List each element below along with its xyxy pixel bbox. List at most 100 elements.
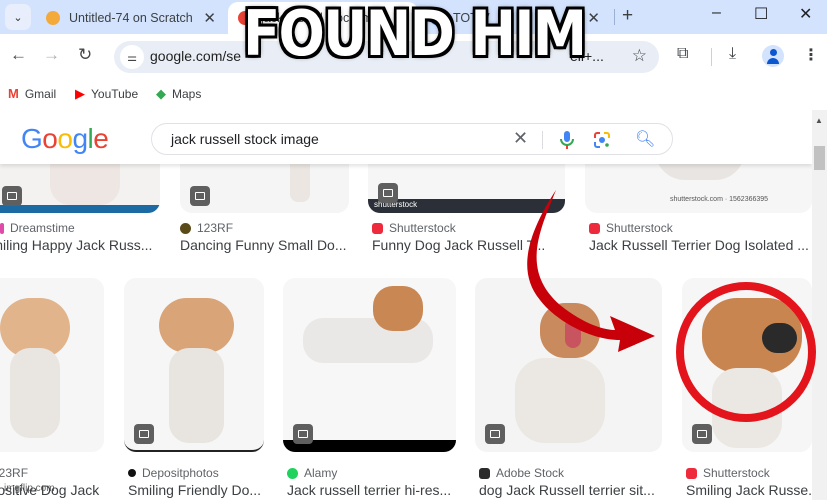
- result-source: Alamy: [287, 466, 337, 480]
- back-button[interactable]: ←: [10, 45, 27, 65]
- download-icon[interactable]: ⤓: [729, 45, 736, 63]
- result-thumbnail[interactable]: [124, 278, 264, 452]
- result-source: 123RF: [180, 221, 233, 235]
- dog-body: [515, 358, 605, 443]
- profile-avatar[interactable]: [762, 45, 784, 67]
- image-caption: shutterstock.com · 1562366395: [670, 196, 769, 203]
- extensions-icon[interactable]: ⧉: [677, 45, 688, 63]
- result-title[interactable]: Jack Russell Terrier Dog Isolated ...: [589, 237, 812, 253]
- result-title[interactable]: Jack russell terrier hi-res...: [287, 482, 456, 498]
- close-icon[interactable]: ✕: [203, 9, 216, 27]
- result-thumbnail[interactable]: [0, 278, 104, 452]
- bookmark-youtube[interactable]: ▶ YouTube: [75, 86, 138, 102]
- tab-search-button[interactable]: ⌄: [5, 4, 31, 30]
- bookmark-maps[interactable]: ◆ Maps: [156, 86, 201, 102]
- site-info-button[interactable]: ⚌: [120, 45, 144, 69]
- more-menu-icon[interactable]: ⋮: [803, 45, 819, 65]
- reload-button[interactable]: ↻: [78, 45, 92, 65]
- result-title[interactable]: Smiling Happy Jack Russ...: [0, 237, 160, 253]
- bookmark-star-icon[interactable]: ☆: [632, 46, 647, 66]
- dog-nose: [762, 323, 797, 353]
- source-label: Shutterstock: [703, 466, 770, 480]
- dog-body: [712, 368, 782, 448]
- bookmarks-bar: M Gmail ▶ YouTube ◆ Maps: [0, 80, 827, 106]
- microphone-icon[interactable]: [558, 130, 576, 150]
- source-label: 123RF: [197, 221, 234, 235]
- dog-tongue: [565, 318, 581, 348]
- close-window-button[interactable]: ✕: [799, 4, 812, 24]
- shutterstock-strip: shutterstock: [368, 199, 565, 213]
- google-logo[interactable]: Google: [21, 123, 109, 155]
- shutterstock-icon: [372, 222, 383, 234]
- depositphotos-icon: [128, 469, 136, 477]
- image-icon: [378, 183, 398, 203]
- minimize-button[interactable]: –: [712, 4, 721, 22]
- result-title[interactable]: Smiling Jack Russe...: [686, 482, 812, 498]
- logo-letter: G: [21, 123, 43, 154]
- image-icon: [2, 186, 22, 206]
- arrow-right-icon: →: [43, 45, 60, 64]
- search-separator: [542, 131, 543, 149]
- toolbar-separator: [711, 48, 712, 66]
- clear-icon[interactable]: ✕: [513, 128, 528, 149]
- image-icon: [485, 424, 505, 444]
- adobe-stock-icon: [479, 467, 490, 479]
- image-icon: [692, 424, 712, 444]
- result-source: Depositphotos: [128, 466, 219, 480]
- source-label: Adobe Stock: [496, 466, 565, 480]
- result-thumbnail[interactable]: [475, 278, 662, 452]
- google-header: Google jack russell stock image ✕ 🔍︎: [0, 110, 812, 164]
- image-icon: [134, 424, 154, 444]
- person-icon: [770, 49, 777, 56]
- dreamstime-icon: [0, 222, 4, 234]
- logo-letter: g: [72, 123, 88, 154]
- google-lens-icon[interactable]: [593, 131, 611, 149]
- shutterstock-icon: [686, 467, 697, 479]
- bookmark-label: Gmail: [24, 86, 57, 101]
- tune-icon: ⚌: [127, 51, 137, 64]
- scroll-up-arrow-icon[interactable]: ▲: [815, 116, 823, 125]
- image-icon: [293, 424, 313, 444]
- person-icon-body: [767, 58, 779, 64]
- bookmark-label: YouTube: [91, 87, 139, 101]
- close-icon[interactable]: ✕: [587, 9, 600, 27]
- maximize-button[interactable]: ☐: [754, 4, 768, 24]
- chevron-down-icon: ⌄: [13, 11, 23, 24]
- source-label: Shutterstock: [389, 221, 456, 235]
- search-icon[interactable]: 🔍︎: [635, 129, 655, 149]
- result-source: Adobe Stock: [479, 466, 564, 480]
- logo-letter: o: [42, 123, 58, 154]
- result-title[interactable]: Funny Dog Jack Russell T...: [372, 237, 565, 253]
- reload-icon: ↻: [78, 45, 93, 64]
- url-head: google.com/se: [150, 48, 242, 64]
- meme-caption: FOUND HIM: [243, 0, 587, 70]
- bookmark-label: Maps: [172, 87, 202, 101]
- search-box[interactable]: jack russell stock image ✕ 🔍︎: [151, 123, 673, 155]
- logo-letter: e: [93, 123, 109, 154]
- youtube-icon: ▶: [75, 86, 85, 101]
- result-source: Shutterstock: [589, 221, 673, 235]
- result-title[interactable]: Smiling Friendly Do...: [128, 482, 264, 498]
- bookmark-gmail[interactable]: M Gmail: [8, 86, 56, 101]
- result-thumbnail[interactable]: [283, 278, 456, 452]
- dog-body: [10, 348, 60, 438]
- result-thumbnail[interactable]: [682, 278, 812, 452]
- alamy-icon: [287, 467, 298, 479]
- page-scrollbar[interactable]: ▲: [812, 110, 827, 500]
- scrollbar-thumb[interactable]: [814, 146, 825, 170]
- search-input[interactable]: jack russell stock image: [171, 131, 319, 147]
- new-tab-button[interactable]: +: [622, 5, 633, 27]
- result-source: Dreamstime: [0, 221, 75, 235]
- imgflip-watermark: imgflip.com: [4, 483, 55, 494]
- forward-button[interactable]: →: [43, 45, 60, 65]
- dog-body: [169, 348, 224, 443]
- 123rf-icon: [180, 222, 191, 234]
- watermark-strip: [0, 205, 160, 213]
- dog-head: [159, 298, 234, 353]
- tab-scratch[interactable]: Untitled-74 on Scratch ✕: [36, 2, 226, 34]
- result-title[interactable]: dog Jack Russell terrier sit...: [479, 482, 662, 498]
- maps-icon: ◆: [156, 86, 166, 101]
- source-label: Dreamstime: [10, 221, 75, 235]
- result-source: 123RF: [0, 466, 28, 480]
- result-title[interactable]: Dancing Funny Small Do...: [180, 237, 349, 253]
